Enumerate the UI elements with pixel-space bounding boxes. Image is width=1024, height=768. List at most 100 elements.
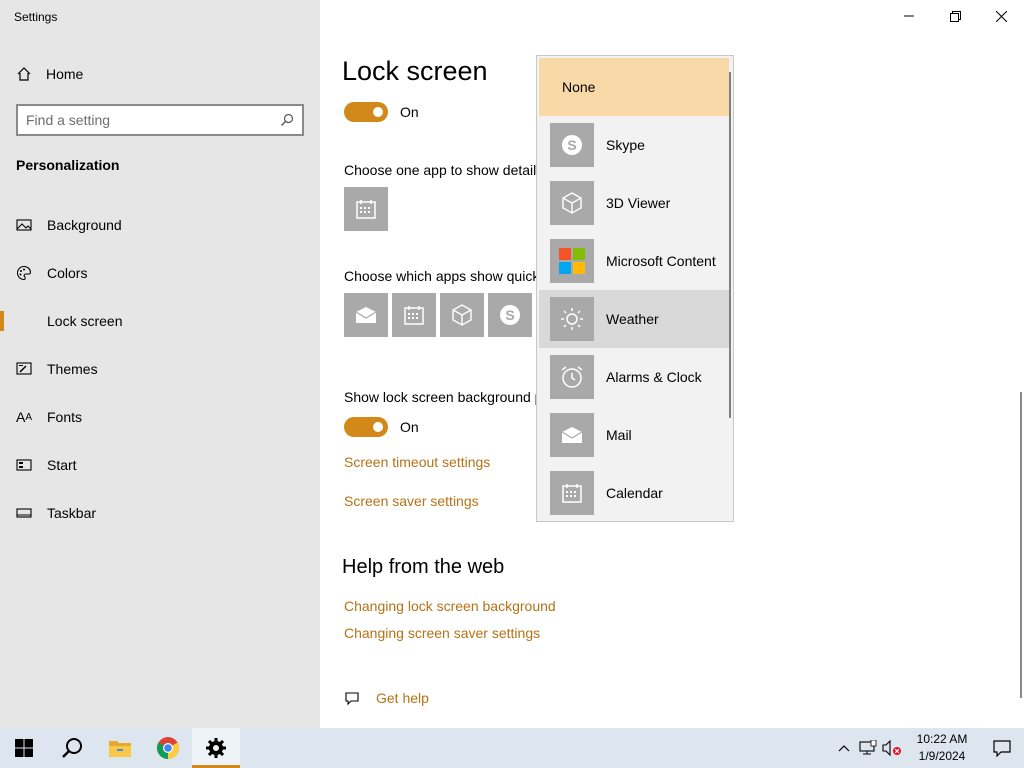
system-tray: 10:22 AM 1/9/2024: [832, 728, 1024, 768]
minimize-button[interactable]: [886, 0, 932, 32]
toggle-state: On: [400, 419, 419, 435]
close-icon: [995, 10, 1007, 22]
help-link-lock-screen-background[interactable]: Changing lock screen background: [344, 598, 556, 614]
chrome-button[interactable]: [144, 728, 192, 768]
help-title: Help from the web: [342, 556, 505, 578]
gear-icon: [206, 738, 226, 758]
clock-date: 1/9/2024: [918, 749, 966, 763]
start-button[interactable]: [0, 728, 48, 768]
quick-app-tile-calendar[interactable]: [392, 293, 436, 337]
home-nav-item[interactable]: Home: [16, 62, 83, 86]
search-icon[interactable]: [280, 113, 294, 127]
quick-apps-label: Choose which apps show quick: [344, 268, 540, 284]
settings-taskbar-button[interactable]: [192, 728, 240, 768]
screen-saver-link[interactable]: Screen saver settings: [344, 493, 479, 509]
chrome-icon: [157, 737, 179, 759]
dropdown-item-label: 3D Viewer: [606, 195, 671, 211]
taskbar-icon: [16, 508, 32, 518]
get-help-row[interactable]: Get help: [344, 690, 429, 706]
dropdown-item-label: None: [562, 79, 596, 95]
sidebar-item-start[interactable]: Start: [0, 445, 320, 485]
font-icon: AA: [16, 409, 33, 425]
dropdown-item-label: Skype: [606, 137, 645, 153]
themes-icon: [16, 362, 32, 375]
search-taskbar-button[interactable]: [48, 728, 96, 768]
settings-window: Settings Home Find a setting Personaliza…: [0, 0, 1024, 768]
sidebar-item-label: Start: [47, 457, 77, 473]
dropdown-scrollbar[interactable]: [729, 72, 731, 418]
dropdown-item-calendar[interactable]: Calendar: [539, 464, 729, 521]
alarm-clock-icon: [550, 355, 594, 399]
toggle-thumb: [373, 422, 383, 432]
folder-icon: [109, 741, 131, 757]
lock-screen-toggle[interactable]: On: [344, 102, 419, 122]
notification-icon: [993, 740, 1011, 757]
app-title: Settings: [14, 10, 58, 24]
restore-button[interactable]: [932, 0, 978, 32]
sidebar-item-label: Taskbar: [47, 505, 97, 521]
quick-app-tile-3d-viewer[interactable]: [440, 293, 484, 337]
show-bg-label: Show lock screen background p: [344, 389, 543, 405]
sidebar-item-fonts[interactable]: AA Fonts: [0, 397, 320, 437]
start-icon: [16, 459, 32, 471]
microsoft-logo-icon: [550, 239, 594, 283]
dropdown-item-weather[interactable]: Weather: [539, 290, 729, 348]
sidebar-item-label: Colors: [47, 265, 88, 281]
mail-icon: [550, 413, 594, 457]
get-help-link[interactable]: Get help: [376, 690, 429, 706]
dropdown-item-microsoft-content[interactable]: Microsoft Content: [539, 232, 729, 290]
help-link-screen-saver[interactable]: Changing screen saver settings: [344, 625, 540, 641]
toggle-state: On: [400, 104, 419, 120]
clock-time: 10:22 AM: [916, 732, 968, 746]
quick-app-tile-skype[interactable]: S: [488, 293, 532, 337]
sidebar-item-taskbar[interactable]: Taskbar: [0, 493, 320, 533]
dropdown-item-3d-viewer[interactable]: 3D Viewer: [539, 174, 729, 232]
window-controls: [886, 0, 1024, 32]
help-chat-icon: [345, 692, 359, 706]
dropdown-item-mail[interactable]: Mail: [539, 406, 729, 464]
chevron-up-icon[interactable]: [832, 728, 856, 768]
toggle-track[interactable]: [344, 102, 388, 122]
weather-icon: [550, 297, 594, 341]
detail-app-label: Choose one app to show detail: [344, 162, 537, 178]
svg-text:S: S: [505, 307, 514, 323]
file-explorer-button[interactable]: [96, 728, 144, 768]
dropdown-item-label: Microsoft Content: [606, 253, 716, 269]
sidebar-item-label: Fonts: [47, 409, 83, 425]
dropdown-item-alarms-clock[interactable]: Alarms & Clock: [539, 348, 729, 406]
sidebar-item-lock-screen[interactable]: Lock screen: [0, 301, 320, 341]
search-input[interactable]: Find a setting: [16, 104, 304, 136]
sidebar-item-colors[interactable]: Colors: [0, 253, 320, 293]
home-icon: [17, 67, 31, 81]
screen-timeout-link[interactable]: Screen timeout settings: [344, 454, 490, 470]
toggle-thumb: [373, 107, 383, 117]
search-icon: [62, 738, 82, 758]
restore-icon: [949, 10, 961, 22]
search-placeholder: Find a setting: [26, 112, 111, 128]
taskbar: 10:22 AM 1/9/2024: [0, 728, 1024, 768]
minimize-icon: [904, 15, 914, 17]
quick-app-tile-mail[interactable]: [344, 293, 388, 337]
dropdown-item-skype[interactable]: S Skype: [539, 116, 729, 174]
show-background-toggle[interactable]: On: [344, 417, 419, 437]
detail-app-tile[interactable]: [344, 187, 388, 231]
volume-muted-icon[interactable]: [880, 728, 904, 768]
calendar-icon: [550, 471, 594, 515]
toggle-track[interactable]: [344, 417, 388, 437]
section-title: Personalization: [16, 157, 120, 173]
mail-icon: [355, 307, 377, 323]
main-scrollbar[interactable]: [1020, 392, 1022, 698]
sidebar-item-background[interactable]: Background: [0, 205, 320, 245]
palette-icon: [16, 265, 32, 281]
dropdown-item-label: Calendar: [606, 485, 663, 501]
svg-text:S: S: [567, 137, 576, 153]
close-button[interactable]: [978, 0, 1024, 32]
network-icon[interactable]: [856, 728, 880, 768]
sidebar-item-themes[interactable]: Themes: [0, 349, 320, 389]
action-center-button[interactable]: [980, 728, 1024, 768]
skype-icon: S: [500, 305, 520, 325]
taskbar-clock[interactable]: 10:22 AM 1/9/2024: [904, 731, 980, 765]
dropdown-item-label: Alarms & Clock: [606, 369, 702, 385]
sidebar-item-label: Themes: [47, 361, 98, 377]
dropdown-item-none[interactable]: None: [539, 58, 729, 116]
